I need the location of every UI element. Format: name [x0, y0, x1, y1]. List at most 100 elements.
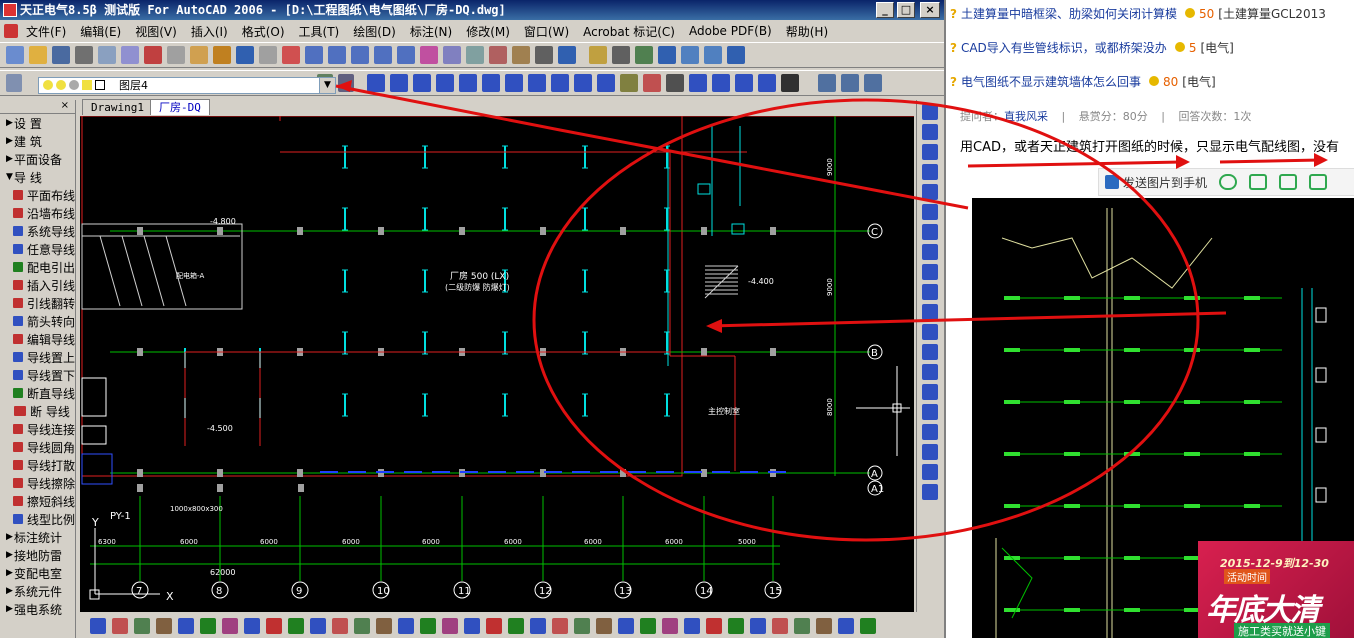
panel-item[interactable]: 配电引出: [0, 258, 75, 276]
bottom-tool-icon[interactable]: [442, 618, 458, 634]
publish-icon[interactable]: [121, 46, 139, 64]
scale-icon[interactable]: [612, 46, 630, 64]
properties-icon[interactable]: [420, 46, 438, 64]
zoom-out-icon[interactable]: [374, 46, 392, 64]
bottom-tool-icon[interactable]: [662, 618, 678, 634]
cloud-icon[interactable]: [1219, 174, 1238, 190]
erase-icon[interactable]: [921, 104, 938, 120]
panel-item[interactable]: 断 导线: [0, 402, 75, 420]
dim2-icon[interactable]: [921, 444, 938, 460]
bottom-tool-icon[interactable]: [222, 618, 238, 634]
mirror-icon[interactable]: [635, 46, 653, 64]
question-item-1[interactable]: ? 土建算量中暗框梁、肋梁如何关闭计算模 50 [土建算量GCL2013: [950, 4, 1326, 24]
help-icon[interactable]: [558, 46, 576, 64]
layer-dropdown[interactable]: 图层4 ▼: [38, 77, 336, 94]
calculator-icon[interactable]: [535, 46, 553, 64]
menu-modify[interactable]: 修改(M): [460, 23, 518, 40]
close-button[interactable]: ×: [920, 2, 940, 18]
panel-item[interactable]: ▼ 导 线: [0, 168, 75, 186]
bottom-tool-icon[interactable]: [794, 618, 810, 634]
bottom-tool-icon[interactable]: [332, 618, 348, 634]
share-icon[interactable]: [1309, 174, 1328, 190]
dim-style-icon[interactable]: [864, 74, 882, 92]
extend-icon[interactable]: [921, 304, 938, 320]
panel-item[interactable]: ▶ 平面设备: [0, 150, 75, 168]
bottom-tool-icon[interactable]: [420, 618, 436, 634]
hatch-icon[interactable]: [689, 74, 707, 92]
bottom-tool-icon[interactable]: [816, 618, 832, 634]
panel-item[interactable]: 系统导线: [0, 222, 75, 240]
menu-dimension[interactable]: 标注(N): [404, 23, 460, 40]
pan-icon[interactable]: [282, 46, 300, 64]
zoom-in-icon[interactable]: [351, 46, 369, 64]
tool-palette-icon[interactable]: [466, 46, 484, 64]
bottom-tool-icon[interactable]: [90, 618, 106, 634]
bottom-tool-icon[interactable]: [552, 618, 568, 634]
offset2-icon[interactable]: [921, 164, 938, 180]
move2-icon[interactable]: [921, 204, 938, 220]
polyline-icon[interactable]: [413, 74, 431, 92]
cut-icon[interactable]: [144, 46, 162, 64]
bottom-tool-icon[interactable]: [266, 618, 282, 634]
bottom-tool-icon[interactable]: [288, 618, 304, 634]
stretch-icon[interactable]: [921, 264, 938, 280]
spline-icon[interactable]: [551, 74, 569, 92]
bottom-tool-icon[interactable]: [464, 618, 480, 634]
panel-item[interactable]: 导线连接: [0, 420, 75, 438]
bottom-tool-icon[interactable]: [134, 618, 150, 634]
line-icon[interactable]: [367, 74, 385, 92]
polygon-icon[interactable]: [436, 74, 454, 92]
dim-icon[interactable]: [921, 424, 938, 440]
panel-item[interactable]: ▶ 强电系统: [0, 600, 75, 618]
zoom-realtime-icon[interactable]: [305, 46, 323, 64]
bottom-tool-icon[interactable]: [750, 618, 766, 634]
join-icon[interactable]: [921, 344, 938, 360]
promo-banner[interactable]: 2015-12-9到12-30 活动时间 年底大清 施工类买就送小键: [1198, 541, 1354, 638]
layer-manager-icon[interactable]: [6, 74, 22, 92]
menu-draw[interactable]: 绘图(D): [347, 23, 404, 40]
panel-item[interactable]: ▶ 变配电室: [0, 564, 75, 582]
gradient-icon[interactable]: [712, 74, 730, 92]
match-prop-icon[interactable]: [213, 46, 231, 64]
panel-item[interactable]: 箭头转向: [0, 312, 75, 330]
panel-item[interactable]: 擦短斜线: [0, 492, 75, 510]
ellipse-arc-icon[interactable]: [597, 74, 615, 92]
menu-adobe-pdf[interactable]: Adobe PDF(B): [683, 24, 780, 38]
text2-icon[interactable]: [921, 484, 938, 500]
menu-edit[interactable]: 编辑(E): [74, 23, 129, 40]
maximize-button[interactable]: □: [897, 2, 915, 18]
panel-item[interactable]: 导线圆角: [0, 438, 75, 456]
panel-item[interactable]: 线型比例: [0, 510, 75, 528]
point-icon[interactable]: [666, 74, 684, 92]
offset-icon[interactable]: [658, 46, 676, 64]
copy-object-icon[interactable]: [921, 124, 938, 140]
bottom-tool-icon[interactable]: [310, 618, 326, 634]
copy-icon[interactable]: [167, 46, 185, 64]
panel-item[interactable]: ▶ 设 置: [0, 114, 75, 132]
bottom-tool-icon[interactable]: [354, 618, 370, 634]
rotate2-icon[interactable]: [921, 224, 938, 240]
chevron-down-icon[interactable]: ▼: [319, 78, 335, 93]
question-item-2[interactable]: ? CAD导入有些管线标识，或都桥架没办 5 [电气]: [950, 38, 1234, 58]
trim-icon[interactable]: [921, 284, 938, 300]
zoom-window-icon[interactable]: [328, 46, 346, 64]
bottom-tool-icon[interactable]: [772, 618, 788, 634]
bottom-tool-icon[interactable]: [530, 618, 546, 634]
save-image-icon[interactable]: [1279, 174, 1298, 190]
explode-icon[interactable]: [921, 404, 938, 420]
bottom-tool-icon[interactable]: [244, 618, 260, 634]
bottom-tool-icon[interactable]: [200, 618, 216, 634]
break-icon[interactable]: [921, 324, 938, 340]
layer-previous-icon[interactable]: [338, 74, 354, 92]
revcloud-icon[interactable]: [528, 74, 546, 92]
bottom-tool-icon[interactable]: [398, 618, 414, 634]
minimize-button[interactable]: _: [876, 2, 894, 18]
scale2-icon[interactable]: [921, 244, 938, 260]
tab-drawing1[interactable]: Drawing1: [82, 99, 153, 115]
menu-acrobat[interactable]: Acrobat 标记(C): [577, 23, 683, 40]
panel-item[interactable]: 沿墙布线: [0, 204, 75, 222]
panel-item[interactable]: 平面布线: [0, 186, 75, 204]
menu-help[interactable]: 帮助(H): [780, 23, 836, 40]
panel-item[interactable]: 导线置下: [0, 366, 75, 384]
sheet-set-icon[interactable]: [489, 46, 507, 64]
